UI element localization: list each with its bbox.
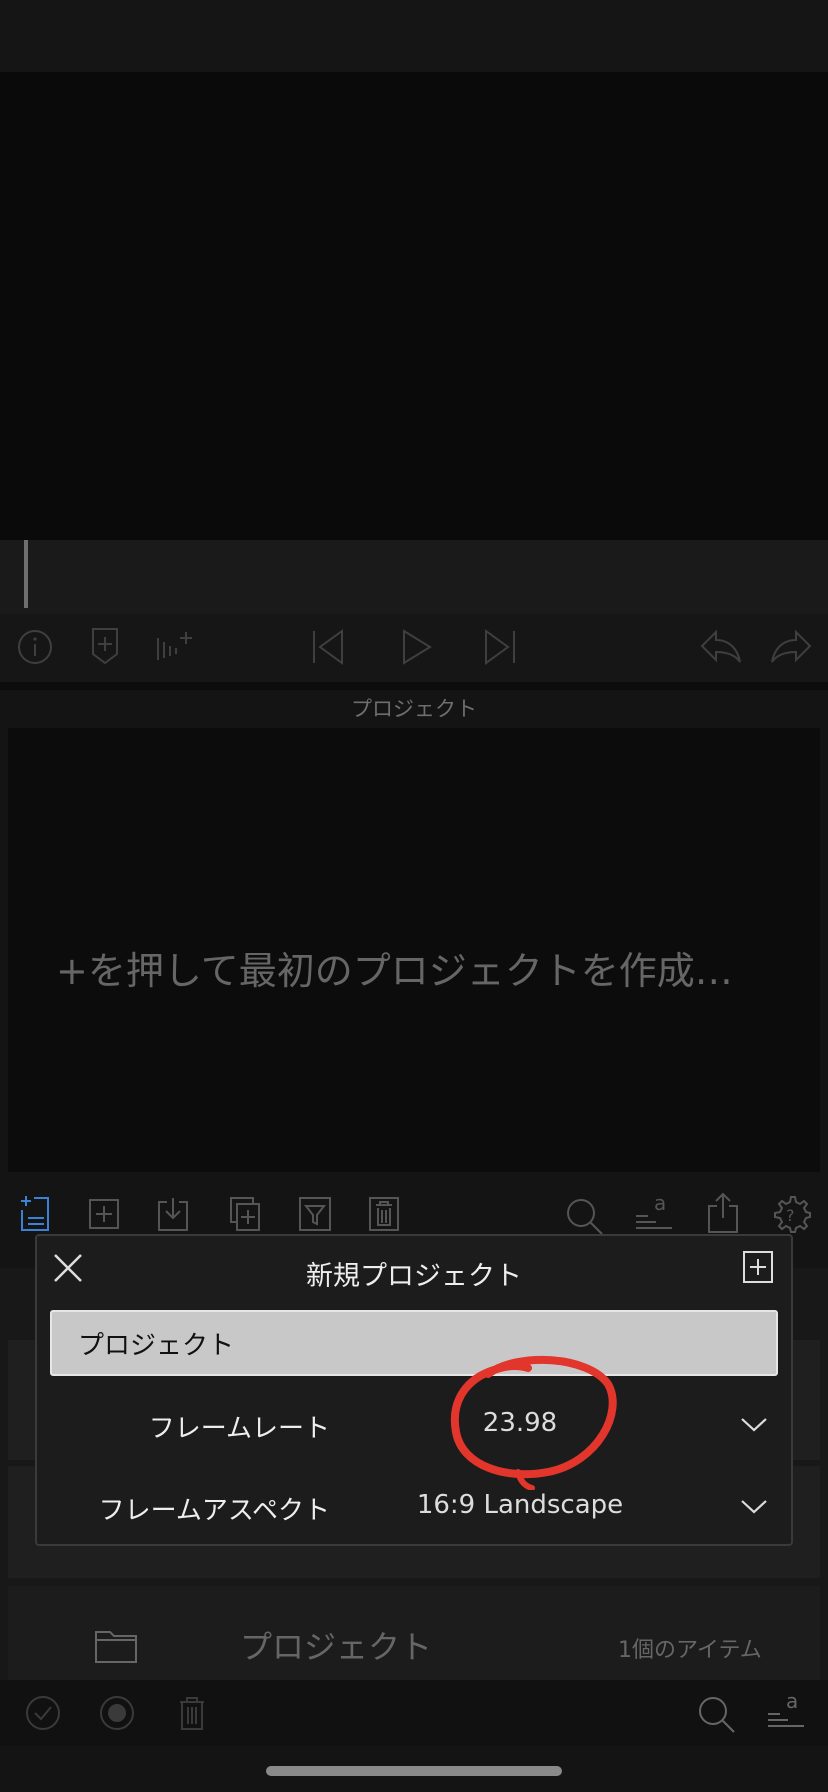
- sort-icon[interactable]: a: [634, 1192, 674, 1234]
- browser-title: プロジェクト: [351, 697, 477, 721]
- skip-forward-icon[interactable]: [482, 628, 518, 666]
- undo-icon[interactable]: [698, 628, 744, 666]
- play-icon[interactable]: [400, 628, 434, 666]
- project-name-field[interactable]: [50, 1310, 778, 1376]
- dialog-title: 新規プロジェクト: [306, 1261, 522, 1292]
- svg-text:?: ?: [786, 1206, 795, 1225]
- redo-icon[interactable]: [768, 628, 814, 666]
- frame-aspect-value[interactable]: 16:9 Landscape: [340, 1490, 700, 1520]
- chevron-down-icon[interactable]: [740, 1498, 768, 1516]
- status-bar: [0, 0, 828, 72]
- svg-text:a: a: [786, 1690, 798, 1713]
- annotation-circle: [448, 1354, 618, 1494]
- voiceover-icon[interactable]: [154, 626, 198, 666]
- trash-icon[interactable]: [176, 1694, 208, 1732]
- marker-icon[interactable]: [88, 626, 122, 666]
- item-count: 1個のアイテム: [618, 1638, 762, 1663]
- sort-icon[interactable]: a: [766, 1690, 806, 1732]
- timeline[interactable]: [0, 540, 828, 614]
- divider: [0, 682, 828, 690]
- empty-state-message: +を押して最初のプロジェクトを作成…: [56, 949, 733, 993]
- folder-name: プロジェクト: [240, 1628, 433, 1666]
- record-icon[interactable]: [98, 1694, 136, 1732]
- gear-icon[interactable]: ?: [772, 1194, 812, 1234]
- frame-rate-label: フレームレート: [148, 1414, 330, 1444]
- bottom-toolbar: a: [0, 1680, 828, 1746]
- playhead[interactable]: [24, 540, 28, 608]
- import-icon[interactable]: [156, 1196, 190, 1232]
- search-icon[interactable]: [564, 1196, 606, 1236]
- video-viewer: [0, 72, 828, 540]
- new-project-icon[interactable]: [18, 1194, 52, 1234]
- trash-icon[interactable]: [368, 1196, 400, 1232]
- skip-back-icon[interactable]: [310, 628, 346, 666]
- frame-aspect-label: フレームアスペクト: [98, 1496, 330, 1526]
- home-indicator[interactable]: [266, 1766, 562, 1776]
- duplicate-icon[interactable]: [228, 1196, 262, 1232]
- share-icon[interactable]: [706, 1192, 740, 1234]
- add-icon[interactable]: [88, 1198, 120, 1230]
- chevron-down-icon[interactable]: [740, 1416, 768, 1434]
- folder-icon: [94, 1628, 138, 1664]
- svg-text:a: a: [654, 1192, 666, 1215]
- checkmark-icon[interactable]: [24, 1694, 62, 1732]
- info-icon[interactable]: [16, 628, 54, 666]
- create-project-icon[interactable]: [742, 1250, 774, 1284]
- filter-icon[interactable]: [298, 1196, 332, 1232]
- transport-bar: [0, 614, 828, 682]
- search-icon[interactable]: [696, 1694, 738, 1734]
